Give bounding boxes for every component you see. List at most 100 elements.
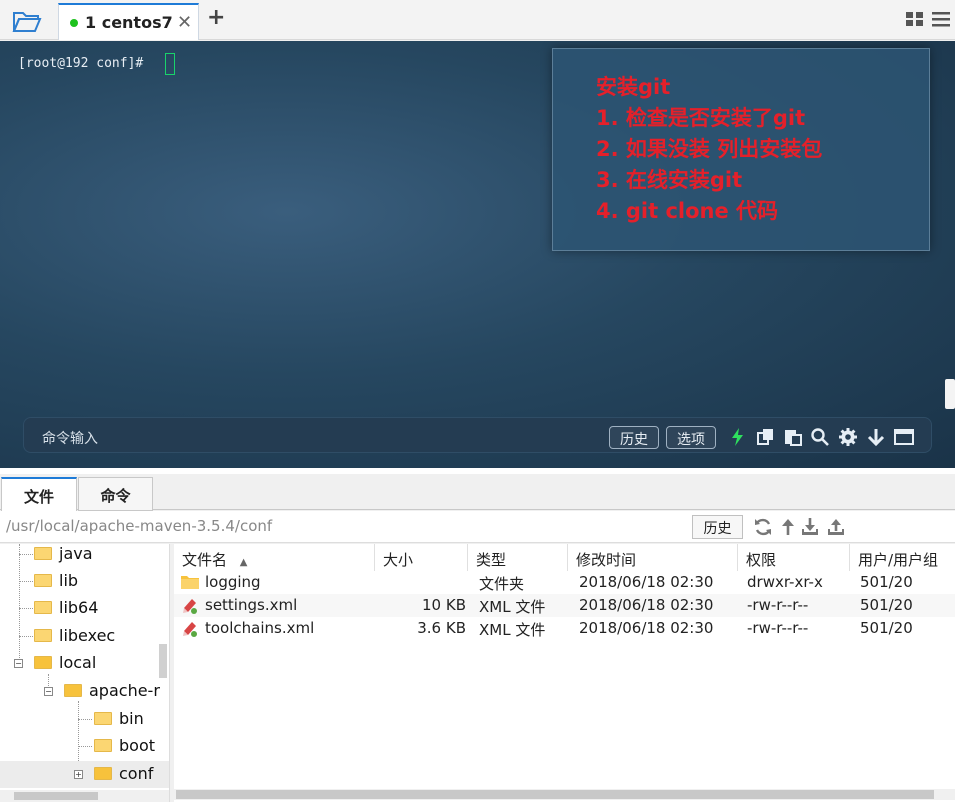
session-tab-bar: 1 centos7 ✕ + (0, 0, 955, 40)
file-mtime: 2018/06/18 02:30 (579, 573, 714, 591)
column-header-mtime[interactable]: 修改时间 (568, 544, 738, 571)
column-header-permissions[interactable]: 权限 (738, 544, 850, 571)
column-header-type[interactable]: 类型 (468, 544, 568, 571)
file-owner: 501/20 (860, 596, 913, 614)
file-name: settings.xml (205, 596, 298, 614)
file-type: XML 文件 (479, 598, 546, 616)
file-list-horizontal-scrollbar[interactable] (174, 789, 955, 800)
folder-icon (34, 629, 52, 642)
tree-item[interactable]: bin (0, 706, 169, 733)
table-row[interactable]: logging 文件夹 2018/06/18 02:30 drwxr-xr-x … (174, 571, 955, 594)
annotation-note: 安装git 1. 检查是否安装了git 2. 如果没装 列出安装包 3. 在线安… (552, 48, 930, 251)
directory-tree: java lib lib64 libexec − local − apache-… (0, 544, 170, 802)
tab-commands[interactable]: 命令 (78, 477, 153, 511)
options-button[interactable]: 选项 (666, 426, 716, 449)
folder-icon (34, 574, 52, 587)
file-name: toolchains.xml (205, 619, 315, 637)
menu-icon[interactable] (931, 10, 951, 28)
tree-guide-line (19, 608, 33, 609)
path-input[interactable]: /usr/local/apache-maven-3.5.4/conf (6, 517, 272, 535)
lightning-icon[interactable] (728, 427, 748, 447)
tree-item-selected[interactable]: + conf (0, 761, 169, 788)
command-input[interactable]: 命令输入 (42, 428, 98, 448)
column-header-size[interactable]: 大小 (375, 544, 468, 571)
expand-toggle-icon[interactable]: + (74, 770, 83, 779)
history-button[interactable]: 历史 (609, 426, 659, 449)
session-tab-title: 1 centos7 (85, 13, 173, 32)
tree-scrollbar[interactable] (159, 644, 167, 678)
tree-item-label: libexec (59, 626, 116, 645)
tree-item-label: lib64 (59, 598, 99, 617)
tree-item[interactable]: lib (0, 568, 169, 595)
terminal-panel[interactable]: [root@192 conf]# 安装git 1. 检查是否安装了git 2. … (0, 41, 955, 468)
note-line: 3. 在线安装git (596, 168, 743, 192)
connected-status-icon (70, 19, 78, 27)
up-directory-icon[interactable] (778, 517, 798, 537)
column-header-name[interactable]: 文件名 ▲ (174, 544, 375, 571)
open-folder-icon[interactable] (10, 8, 44, 34)
refresh-icon[interactable] (753, 517, 773, 537)
file-permissions: -rw-r--r-- (747, 619, 809, 637)
note-line: 安装git (596, 75, 671, 99)
download-icon[interactable] (800, 517, 820, 537)
folder-open-icon (34, 656, 52, 669)
terminal-cursor (165, 53, 175, 75)
tree-item-label: boot (119, 736, 156, 755)
file-list-scroll-thumb[interactable] (176, 790, 934, 799)
tree-item-label: apache-r (89, 681, 160, 700)
command-input-bar[interactable]: 命令输入 历史 选项 (23, 417, 932, 453)
column-header-owner[interactable]: 用户/用户组 (850, 544, 955, 571)
file-size: 10 KB (422, 596, 466, 614)
add-tab-button[interactable]: + (207, 5, 225, 30)
table-row[interactable]: settings.xml 10 KB XML 文件 2018/06/18 02:… (174, 594, 955, 617)
arrow-down-icon[interactable] (866, 427, 886, 447)
copy-icon[interactable] (756, 427, 776, 447)
sort-ascending-icon: ▲ (239, 557, 248, 568)
folder-icon (34, 601, 52, 614)
upload-icon[interactable] (826, 517, 846, 537)
terminal-prompt: [root@192 conf]# (18, 56, 144, 71)
path-history-button[interactable]: 历史 (692, 515, 743, 539)
paste-icon[interactable] (783, 427, 803, 447)
gear-icon[interactable] (838, 427, 858, 447)
tab-files[interactable]: 文件 (1, 477, 77, 511)
file-list: 文件名 ▲ 大小 类型 修改时间 权限 用户/用户组 logging 文件夹 2… (174, 544, 955, 802)
folder-icon (34, 547, 52, 560)
table-row[interactable]: toolchains.xml 3.6 KB XML 文件 2018/06/18 … (174, 617, 955, 640)
tree-item-label: conf (119, 764, 154, 783)
tree-horizontal-scrollbar[interactable] (0, 790, 169, 802)
tree-item[interactable]: boot (0, 733, 169, 760)
file-size: 3.6 KB (417, 619, 466, 637)
tree-item[interactable]: − local (0, 650, 169, 677)
session-tab-centos7[interactable]: 1 centos7 ✕ (58, 3, 199, 40)
close-tab-icon[interactable]: ✕ (177, 12, 192, 33)
terminal-scrollbar[interactable] (945, 379, 955, 409)
tree-guide-line (19, 636, 33, 637)
layout-grid-icon[interactable] (905, 10, 925, 28)
lower-tab-bar: 文件 命令 (0, 474, 955, 511)
tree-scroll-thumb[interactable] (14, 792, 98, 800)
folder-open-icon (94, 767, 112, 780)
tree-item[interactable]: lib64 (0, 595, 169, 622)
note-line: 2. 如果没装 列出安装包 (596, 137, 823, 161)
tree-guide-line (78, 746, 92, 747)
xml-file-icon (181, 620, 199, 637)
file-owner: 501/20 (860, 619, 913, 637)
folder-open-icon (64, 684, 82, 697)
note-line: 4. git clone 代码 (596, 199, 779, 223)
folder-icon (94, 739, 112, 752)
file-owner: 501/20 (860, 573, 913, 591)
file-mtime: 2018/06/18 02:30 (579, 596, 714, 614)
tree-guide-line (19, 554, 33, 555)
tree-item[interactable]: libexec (0, 623, 169, 650)
tree-item[interactable]: java (0, 544, 169, 568)
window-icon[interactable] (894, 427, 914, 447)
tree-item[interactable]: − apache-r (0, 678, 169, 705)
tree-item-label: java (59, 544, 93, 563)
file-permissions: drwxr-xr-x (747, 573, 823, 591)
collapse-toggle-icon[interactable]: − (44, 687, 53, 696)
file-type: 文件夹 (479, 575, 525, 593)
tree-item-label: lib (59, 571, 79, 590)
search-icon[interactable] (810, 427, 830, 447)
collapse-toggle-icon[interactable]: − (14, 659, 23, 668)
